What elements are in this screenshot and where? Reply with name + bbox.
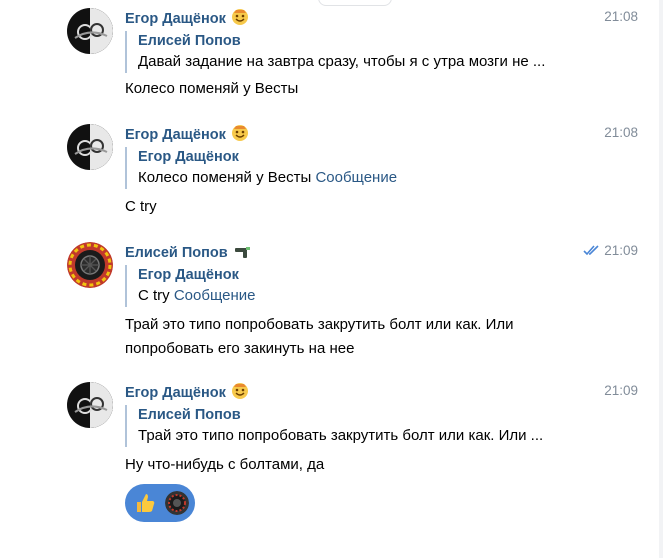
message: Егор Дащёнок 21:08 Елисей Попов Давай за… — [0, 8, 640, 108]
reply-attachment-link[interactable]: Сообщение — [174, 287, 256, 304]
author-name[interactable]: Елисей Попов — [125, 242, 251, 265]
smiling-face-emoji-icon — [231, 124, 249, 147]
message-text-line: попробовать его закинуть на нее — [125, 340, 355, 357]
time-label: 21:09 — [604, 243, 638, 258]
avatar-egor[interactable] — [67, 8, 113, 54]
author-label: Егор Дащёнок — [125, 127, 226, 143]
scrollbar[interactable] — [659, 0, 663, 558]
message-text: Ну что-нибудь с болтами, да — [125, 456, 325, 473]
message-time: 21:09 — [604, 383, 638, 398]
reply-author: Елисей Попов — [138, 33, 241, 49]
smiling-face-emoji-icon — [231, 8, 249, 31]
message-text: Колесо поменяй у Весты — [125, 80, 299, 97]
avatar-elisey[interactable] — [67, 242, 113, 288]
reply-text-line: С try Сообщение — [138, 285, 255, 307]
smiling-face-emoji-icon — [231, 382, 249, 405]
author-label: Елисей Попов — [125, 245, 228, 261]
author-label: Егор Дащёнок — [125, 11, 226, 27]
message-text: С try — [125, 198, 157, 215]
reply-quote[interactable]: Елисей Попов Трай это типо попробовать з… — [125, 405, 543, 447]
avatar-egor[interactable] — [67, 124, 113, 170]
reply-text: С try — [138, 287, 170, 304]
reply-author: Елисей Попов — [138, 407, 241, 423]
message-time-with-status: 21:09 — [583, 242, 638, 261]
message-text-line: Трай это типо попробовать закрутить болт… — [125, 316, 514, 333]
reactor-avatar — [165, 491, 189, 515]
reply-quote[interactable]: Елисей Попов Давай задание на завтра сра… — [125, 31, 545, 73]
message: Егор Дащёнок 21:08 Егор Дащёнок Колесо п… — [0, 124, 640, 224]
message: Егор Дащёнок 21:09 Елисей Попов Трай это… — [0, 382, 640, 532]
reply-author: Егор Дащёнок — [138, 149, 239, 165]
thumbs-up-emoji-icon — [133, 491, 157, 515]
reply-quote[interactable]: Егор Дащёнок Колесо поменяй у Весты Сооб… — [125, 147, 397, 189]
author-name[interactable]: Егор Дащёнок — [125, 382, 249, 405]
gun-emoji-icon — [233, 242, 251, 265]
reply-text: Давай задание на завтра сразу, чтобы я с… — [138, 53, 546, 70]
reply-text: Колесо поменяй у Весты — [138, 169, 312, 186]
author-name[interactable]: Егор Дащёнок — [125, 124, 249, 147]
message-time: 21:08 — [604, 125, 638, 140]
message-text: Трай это типо попробовать закрутить болт… — [125, 313, 514, 361]
reply-author: Егор Дащёнок — [138, 267, 239, 283]
reactions-bar[interactable] — [125, 484, 195, 522]
message-time: 21:08 — [604, 9, 638, 24]
top-tab-edge — [318, 0, 392, 6]
reply-text: Трай это типо попробовать закрутить болт… — [138, 427, 544, 444]
reply-text-line: Колесо поменяй у Весты Сообщение — [138, 167, 397, 189]
avatar-egor[interactable] — [67, 382, 113, 428]
reply-attachment-link[interactable]: Сообщение — [315, 169, 397, 186]
read-checkmarks-icon — [583, 243, 601, 261]
reply-quote[interactable]: Егор Дащёнок С try Сообщение — [125, 265, 255, 307]
message: Елисей Попов 21:09 Егор Дащёнок С try Со… — [0, 242, 640, 362]
author-name[interactable]: Егор Дащёнок — [125, 8, 249, 31]
author-label: Егор Дащёнок — [125, 385, 226, 401]
